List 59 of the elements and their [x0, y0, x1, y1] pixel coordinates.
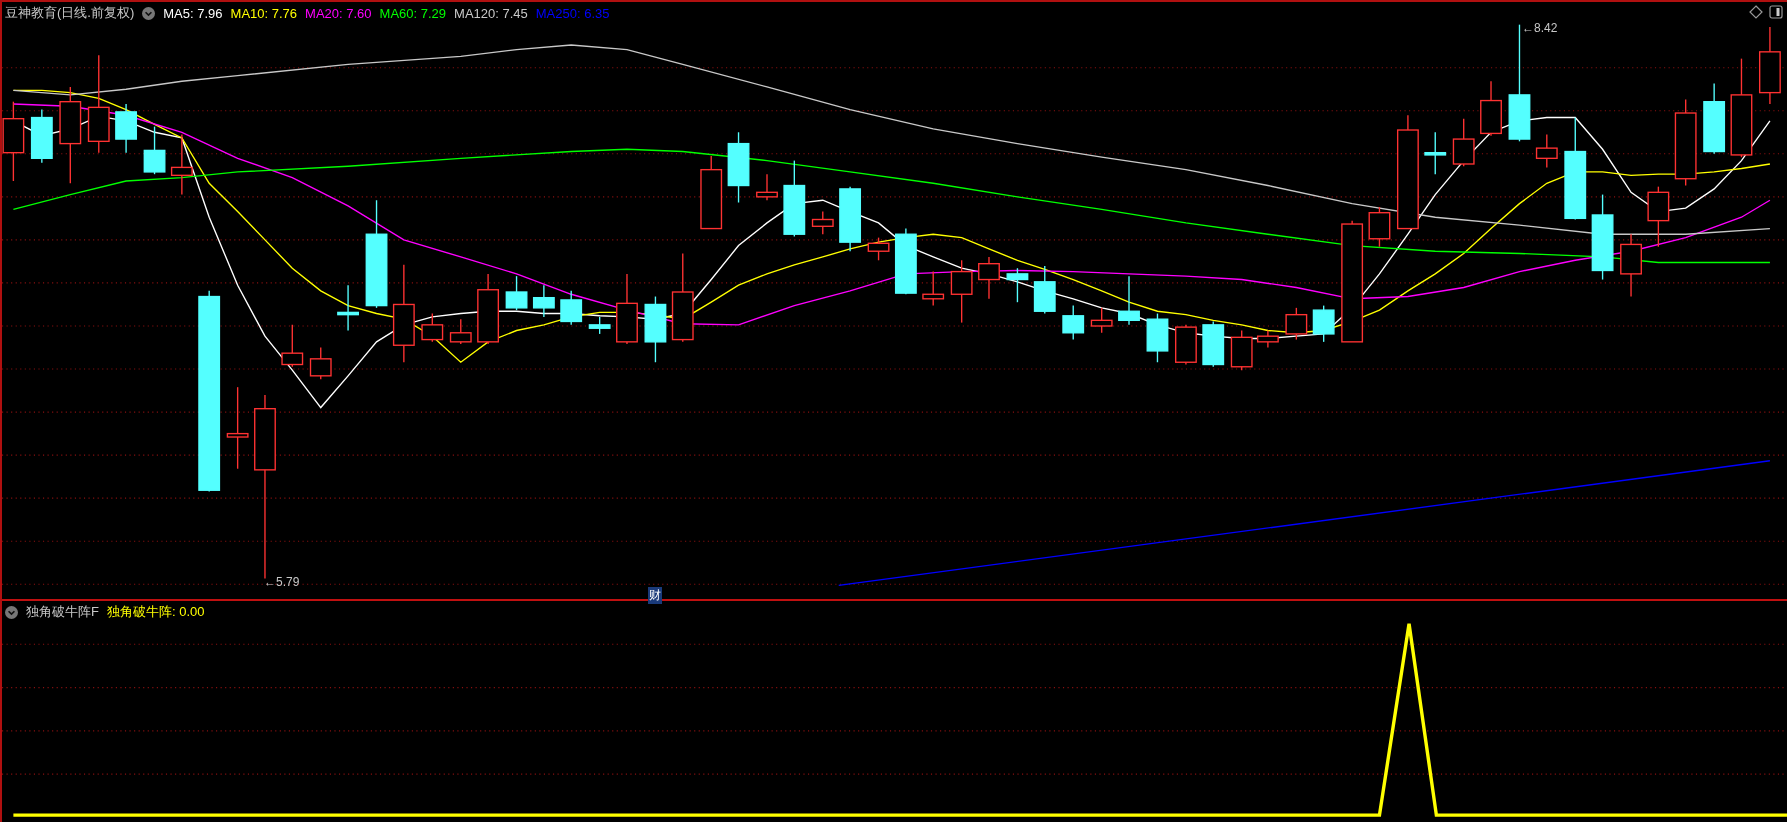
indicator-title: 独角破牛阵F: [26, 603, 99, 621]
chart-title: 豆神教育(日线.前复权): [5, 4, 135, 22]
candlestick: [1202, 320, 1225, 368]
indicator-value: MA250: 6.35: [535, 5, 610, 21]
candlestick: [1118, 275, 1140, 326]
candlestick: [560, 290, 583, 326]
candlestick: [867, 236, 890, 261]
collapse-icon[interactable]: [5, 605, 18, 619]
candlestick: [644, 295, 667, 363]
candlestick: [616, 273, 638, 345]
indicator-value: MA10: 7.76: [230, 5, 298, 21]
candlestick: [1368, 206, 1391, 248]
event-badge[interactable]: 财: [648, 587, 662, 604]
candlestick: [978, 256, 1000, 300]
indicator-value: MA120: 7.45: [454, 5, 528, 21]
candlestick: [894, 227, 917, 295]
candlestick: [588, 316, 611, 335]
candlestick: [1285, 307, 1308, 341]
candlestick: [1256, 329, 1279, 349]
candlestick: [1146, 312, 1169, 363]
candlestick: [950, 259, 973, 324]
candlestick: [1033, 265, 1056, 315]
candlestick: [1312, 304, 1335, 343]
candlestick: [30, 108, 53, 164]
candlestick: [337, 284, 359, 332]
candlestick: [922, 270, 945, 307]
indicator-value: 独角破牛阵: 0.00: [106, 603, 205, 621]
candlestick: [449, 318, 472, 345]
candlestick: [505, 275, 528, 311]
candlestick: [115, 103, 137, 154]
candlestick: [421, 312, 444, 343]
indicator-value: MA5: 7.96: [163, 5, 223, 21]
panel-toggle-icon[interactable]: [1769, 5, 1783, 19]
high-price-label: ←8.42: [1522, 21, 1558, 35]
candlestick: [1647, 185, 1670, 248]
candlestick: [1175, 324, 1197, 366]
candlestick: [143, 125, 166, 175]
candlestick: [1424, 131, 1447, 175]
candlestick: [1090, 307, 1113, 334]
diamond-icon[interactable]: [1749, 5, 1763, 19]
candlestick: [1452, 118, 1475, 167]
candlestick: [281, 324, 304, 368]
indicator-value: MA60: 7.29: [379, 5, 447, 21]
collapse-icon[interactable]: [142, 6, 156, 20]
candlestick: [170, 133, 193, 196]
candlestick: [1620, 233, 1642, 298]
candlestick: [532, 284, 555, 318]
candlestick: [309, 346, 332, 380]
candlestick: [1062, 304, 1085, 341]
candlestick: [1535, 133, 1558, 169]
candlestick: [1480, 80, 1502, 137]
candlestick: [477, 273, 499, 345]
indicator-value: MA20: 7.60: [305, 5, 372, 21]
low-price-label: ←5.79: [264, 575, 300, 589]
candlestick: [1230, 329, 1253, 371]
candlestick: [811, 210, 834, 235]
candlestick: [756, 173, 778, 201]
candlestick: [1006, 267, 1029, 303]
candlestick: [839, 185, 862, 252]
